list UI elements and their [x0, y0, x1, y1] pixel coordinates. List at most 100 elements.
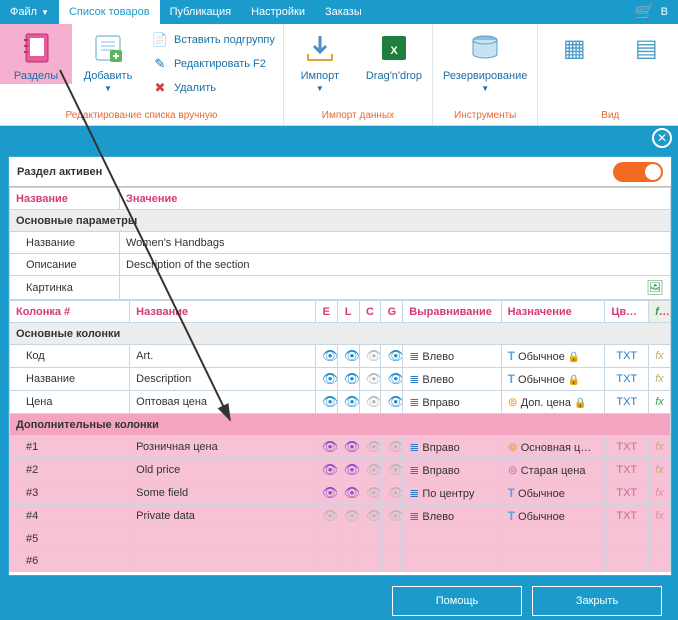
align-icon: ≣: [409, 372, 419, 386]
backup-button[interactable]: Резервирование ▼: [433, 24, 537, 95]
eye-icon[interactable]: 👁: [387, 394, 402, 409]
eye-icon[interactable]: 👁: [366, 508, 381, 523]
dragdrop-button[interactable]: X Drag'n'drop: [356, 24, 432, 84]
group-view-label: Вид: [538, 108, 678, 125]
menu-list[interactable]: Список товаров: [59, 0, 160, 24]
colors-link[interactable]: TXT: [616, 373, 637, 385]
active-toggle[interactable]: [613, 162, 663, 182]
group-add-cols: Дополнительные колонки: [10, 414, 671, 436]
view-button-1[interactable]: ▦: [538, 24, 610, 72]
fx-icon[interactable]: fx: [655, 441, 664, 453]
view-button-2[interactable]: ▤: [610, 24, 678, 72]
fx-header-icon: fx: [655, 306, 670, 318]
help-button[interactable]: Помощь: [392, 586, 522, 616]
add-icon: [90, 30, 126, 66]
grid-icon: ▦: [556, 30, 592, 66]
menu-settings[interactable]: Настройки: [241, 0, 315, 24]
col-hdr-e: E: [315, 301, 337, 323]
colors-link[interactable]: TXT: [616, 464, 637, 476]
close-dialog-button[interactable]: ✕: [652, 128, 672, 148]
param-desc-value[interactable]: Description of the section: [120, 254, 671, 276]
table-row[interactable]: #5: [10, 528, 671, 550]
menu-list-label: Список товаров: [69, 6, 150, 18]
dragdrop-label: Drag'n'drop: [366, 70, 422, 82]
eye-icon[interactable]: 👁: [344, 371, 359, 386]
eye-icon[interactable]: 👁: [366, 394, 381, 409]
edit-button[interactable]: ✎Редактировать F2: [152, 54, 275, 74]
eye-icon[interactable]: 👁: [387, 462, 402, 477]
colors-link[interactable]: TXT: [616, 350, 637, 362]
table-row[interactable]: ЦенаОптовая цена👁👁👁👁≣ Вправо⊚ Доп. цена …: [10, 391, 671, 414]
align-icon: ≣: [409, 395, 419, 409]
eye-icon[interactable]: 👁: [322, 348, 337, 363]
eye-icon[interactable]: 👁: [344, 348, 359, 363]
table-row[interactable]: #4Private data👁👁👁👁≣ ВлевоT ОбычноеTXTfx: [10, 505, 671, 528]
eye-icon[interactable]: 👁: [344, 462, 359, 477]
param-pic-value[interactable]: 🖼: [120, 276, 671, 300]
colors-link[interactable]: TXT: [616, 487, 637, 499]
table-row[interactable]: #3Some field👁👁👁👁≣ По центруT ОбычноеTXTf…: [10, 482, 671, 505]
lock-icon: 🔒: [574, 398, 586, 409]
eye-icon[interactable]: 👁: [366, 439, 381, 454]
fx-icon[interactable]: fx: [655, 373, 664, 385]
eye-icon[interactable]: 👁: [366, 371, 381, 386]
cart-area[interactable]: 🛒 В: [625, 0, 678, 24]
menu-orders[interactable]: Заказы: [315, 0, 372, 24]
eye-icon[interactable]: 👁: [322, 439, 337, 454]
lock-icon: 🔒: [568, 352, 580, 363]
eye-icon[interactable]: 👁: [366, 462, 381, 477]
col-hdr-fx: fx: [649, 301, 671, 323]
colors-link[interactable]: TXT: [616, 441, 637, 453]
chevron-down-icon: ▼: [481, 84, 489, 93]
fx-icon[interactable]: fx: [655, 350, 664, 362]
eye-icon[interactable]: 👁: [387, 485, 402, 500]
import-button[interactable]: Импорт ▼: [284, 24, 356, 95]
table-row[interactable]: НазваниеDescription👁👁🔒👁👁≣ ВлевоT Обычное…: [10, 368, 671, 391]
eye-icon[interactable]: 👁: [344, 508, 359, 523]
section-dialog: ✕ Раздел активен Название Значение Основ…: [2, 130, 678, 620]
eye-icon[interactable]: 👁: [322, 485, 337, 500]
table-row[interactable]: #1Розничная цена👁👁👁👁≣ Вправо⊚ Основная ц…: [10, 436, 671, 459]
eye-icon[interactable]: 👁: [322, 462, 337, 477]
eye-icon[interactable]: 👁: [322, 508, 337, 523]
insert-subgroup-button[interactable]: 📄Вставить подгруппу: [152, 30, 275, 50]
eye-icon[interactable]: 👁: [366, 348, 381, 363]
excel-icon: X: [376, 30, 412, 66]
import-icon: [302, 30, 338, 66]
eye-icon[interactable]: 👁: [344, 394, 359, 409]
fx-icon[interactable]: fx: [655, 510, 664, 522]
edit-icon: ✎: [152, 56, 168, 72]
eye-icon[interactable]: 👁: [344, 439, 359, 454]
sections-button[interactable]: Разделы: [0, 24, 72, 84]
colors-link[interactable]: TXT: [616, 396, 637, 408]
eye-icon[interactable]: 👁: [387, 371, 402, 386]
menu-settings-label: Настройки: [251, 6, 305, 18]
eye-icon[interactable]: 👁: [387, 508, 402, 523]
param-name-value[interactable]: Women's Handbags: [120, 232, 671, 254]
eye-icon[interactable]: 👁: [366, 485, 381, 500]
col-hdr-column: Колонка #: [10, 301, 130, 323]
close-button[interactable]: Закрыть: [532, 586, 662, 616]
table-row[interactable]: КодArt.👁👁🔒👁👁≣ ВлевоT Обычное 🔒TXTfx: [10, 345, 671, 368]
svg-text:X: X: [390, 45, 398, 57]
chevron-down-icon: ▼: [104, 84, 112, 93]
add-button[interactable]: Добавить ▼: [72, 24, 144, 95]
colors-link[interactable]: TXT: [616, 510, 637, 522]
fx-icon[interactable]: fx: [655, 464, 664, 476]
col-hdr-c: C: [359, 301, 381, 323]
eye-icon[interactable]: 👁: [387, 439, 402, 454]
eye-icon[interactable]: 👁: [322, 394, 337, 409]
eye-icon[interactable]: 👁: [387, 348, 402, 363]
eye-icon[interactable]: 👁: [322, 371, 337, 386]
menu-publish[interactable]: Публикация: [160, 0, 241, 24]
menu-file[interactable]: Файл▼: [0, 0, 59, 24]
delete-button[interactable]: ✖Удалить: [152, 78, 275, 98]
coin-icon: ⊚: [508, 463, 518, 477]
section-active-label: Раздел активен: [17, 166, 102, 178]
fx-icon[interactable]: fx: [655, 396, 664, 408]
eye-icon[interactable]: 👁: [344, 485, 359, 500]
lock-icon: 🔒: [568, 375, 580, 386]
table-row[interactable]: #6: [10, 550, 671, 572]
fx-icon[interactable]: fx: [655, 487, 664, 499]
table-row[interactable]: #2Old price👁👁👁👁≣ Вправо⊚ Старая ценаTXTf…: [10, 459, 671, 482]
